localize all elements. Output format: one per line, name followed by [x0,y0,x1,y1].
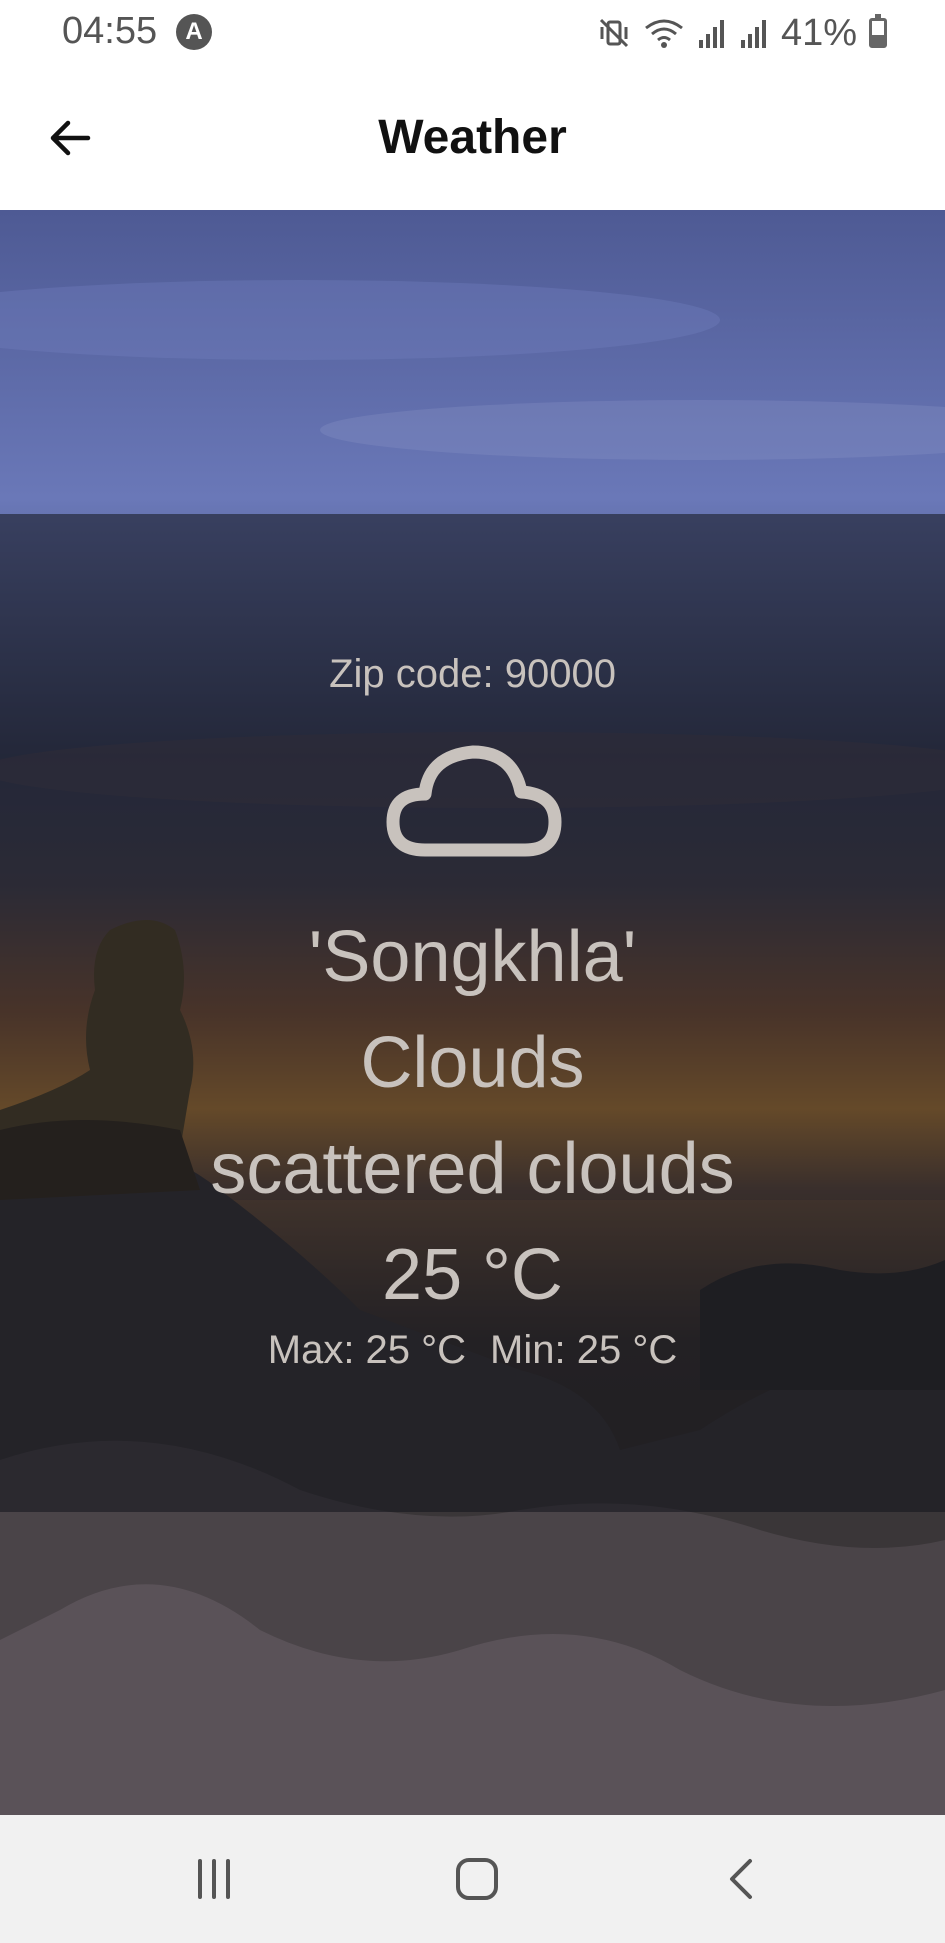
back-icon [730,1859,752,1899]
page-title: Weather [378,111,567,164]
wifi-icon [645,19,683,48]
cloud-icon [386,745,562,857]
max-temperature: Max: 25 °C [267,1328,467,1372]
temperature: 25 °C [382,1235,563,1315]
system-nav-bar [0,1815,945,1943]
accessibility-badge-icon: A [176,14,212,50]
weather-main: Clouds [360,1023,585,1103]
signal-icon [698,20,724,48]
status-icons: 41% [597,10,887,56]
nav-back-button[interactable] [710,1847,774,1911]
signal-icon [740,20,766,48]
recent-apps-icon [198,1859,230,1899]
recent-apps-button[interactable] [182,1847,246,1911]
city-name: 'Songkhla' [308,917,637,997]
weather-description: scattered clouds [210,1129,735,1209]
home-icon [456,1858,498,1900]
zip-code-label: Zip code: 90000 [329,652,616,696]
mute-vibrate-icon [599,18,628,48]
home-button[interactable] [445,1847,509,1911]
min-temperature: Min: 25 °C [490,1328,678,1372]
battery-percentage: 41% [780,11,857,54]
app-bar: Weather [0,66,945,211]
battery-icon [869,14,887,48]
min-max-temperature: Max: 25 °C Min: 25 °C [0,1328,945,1373]
battery-fill [872,35,884,45]
weather-card: Zip code: 90000 'Songkhla' Clouds scatte… [0,514,945,1512]
status-time: 04:55 [62,10,158,52]
status-bar: 04:55 A 41% [0,0,945,66]
